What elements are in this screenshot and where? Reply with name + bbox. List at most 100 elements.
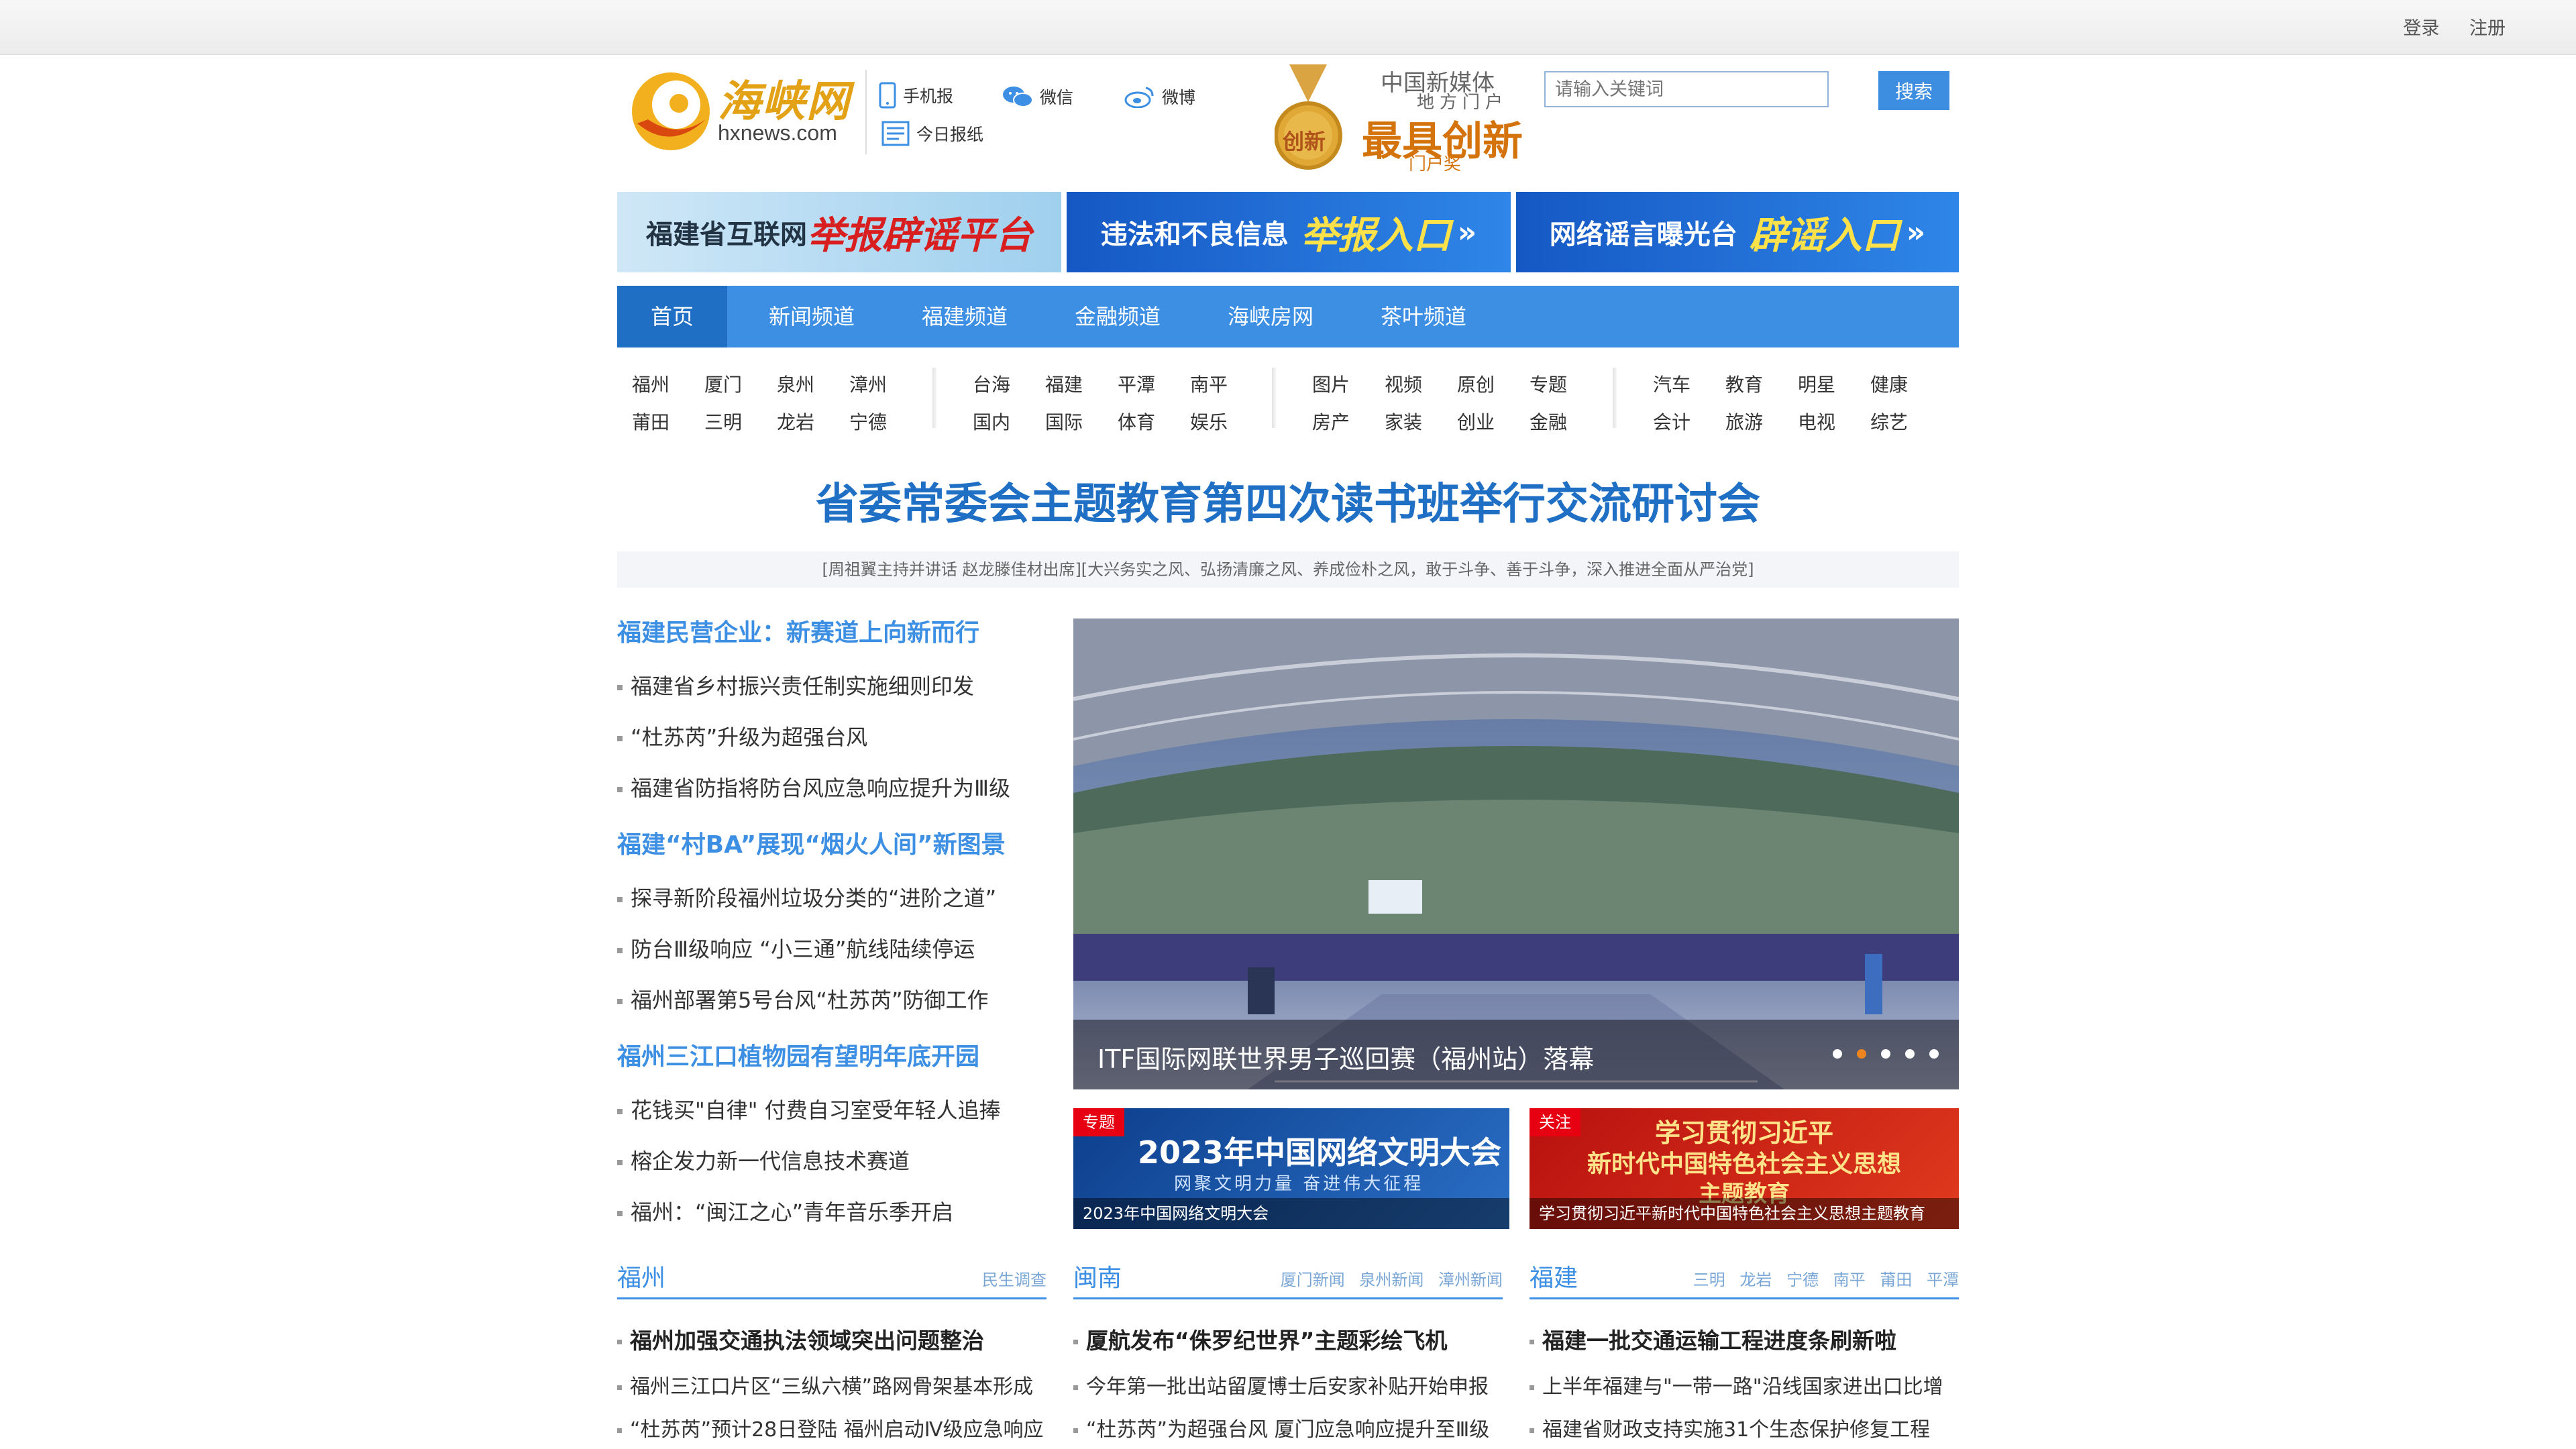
column-lead[interactable]: 福州加强交通执法领域突出问题整治 — [617, 1323, 984, 1355]
subnav-separator — [932, 368, 936, 428]
illegal-info-banner[interactable]: 违法和不良信息 举报入口 » — [1067, 192, 1511, 272]
list-item[interactable]: 福建省乡村振兴责任制实施细则印发 — [617, 669, 974, 700]
slide-dot-active[interactable] — [1857, 1049, 1866, 1059]
subnav-link[interactable]: 会计 — [1653, 408, 1690, 435]
news-group-title[interactable]: 福建“村BA”展现“烟火人间”新图景 — [617, 825, 1006, 860]
nav-house[interactable]: 海峡房网 — [1202, 286, 1339, 347]
column-item[interactable]: “杜苏芮”为超强台风 厦门应急响应提升至Ⅲ级 — [1073, 1413, 1489, 1442]
rumor-exposure-banner[interactable]: 网络谣言曝光台 辟谣入口 » — [1516, 192, 1959, 272]
slide-dot[interactable] — [1833, 1049, 1842, 1059]
list-item[interactable]: 榕企发力新一代信息技术赛道 — [617, 1144, 910, 1175]
subnav-link[interactable]: 漳州 — [849, 370, 887, 397]
photo-slideshow[interactable]: ITF国际网联世界男子巡回赛（福州站）落幕 — [1073, 619, 1959, 1089]
slideshow-caption[interactable]: ITF国际网联世界男子巡回赛（福州站）落幕 — [1097, 1038, 1594, 1075]
subnav-link[interactable]: 平潭 — [1118, 370, 1155, 397]
mobile-paper-label: 手机报 — [903, 87, 954, 106]
subnav-link[interactable]: 国际 — [1045, 408, 1083, 435]
search-button[interactable]: 搜索 — [1878, 71, 1949, 110]
list-item[interactable]: 防台Ⅲ级响应 “小三通”航线陆续停运 — [617, 932, 975, 963]
wechat-link[interactable]: 微信 — [1002, 85, 1073, 109]
subnav-link[interactable]: 电视 — [1798, 408, 1835, 435]
column-item[interactable]: “杜苏芮”预计28日登陆 福州启动Ⅳ级应急响应 — [617, 1413, 1043, 1442]
subnav-link[interactable]: 金融 — [1529, 408, 1567, 435]
subnav-link[interactable]: 旅游 — [1725, 408, 1763, 435]
slide-dot[interactable] — [1905, 1049, 1915, 1059]
subnav-link[interactable]: 泉州 — [777, 370, 814, 397]
subnav-link[interactable]: 房产 — [1312, 408, 1350, 435]
slide-dot[interactable] — [1929, 1049, 1939, 1059]
subnav-link[interactable]: 综艺 — [1870, 408, 1908, 435]
subnav-link[interactable]: 台海 — [973, 370, 1010, 397]
today-paper-link[interactable]: 今日报纸 — [881, 121, 983, 146]
column-title[interactable]: 福州 — [617, 1258, 665, 1293]
column-item[interactable]: 福建省财政支持实施31个生态保护修复工程 — [1529, 1413, 1930, 1442]
subnav-link[interactable]: 视频 — [1385, 370, 1422, 397]
column-link[interactable]: 厦门新闻 — [1281, 1271, 1345, 1289]
list-item[interactable]: “杜苏芮”升级为超强台风 — [617, 720, 867, 751]
column-link[interactable]: 泉州新闻 — [1359, 1271, 1424, 1289]
subnav-link[interactable]: 福州 — [632, 370, 669, 397]
news-group-title[interactable]: 福建民营企业：新赛道上向新而行 — [617, 613, 979, 648]
subnav-link[interactable]: 福建 — [1045, 370, 1083, 397]
column-link[interactable]: 南平 — [1833, 1271, 1866, 1289]
weibo-link[interactable]: 微博 — [1124, 85, 1195, 109]
column-lead[interactable]: 福建一批交通运输工程进度条刷新啦 — [1529, 1323, 1896, 1355]
subnav-link[interactable]: 创业 — [1457, 408, 1495, 435]
column-link[interactable]: 民生调查 — [982, 1271, 1046, 1289]
report-rumor-banner[interactable]: 福建省互联网 举报辟谣平台 — [617, 192, 1061, 272]
register-link[interactable]: 注册 — [2469, 18, 2506, 39]
nav-home[interactable]: 首页 — [617, 286, 727, 347]
column-item[interactable]: 今年第一批出站留厦博士后安家补贴开始申报 — [1073, 1370, 1489, 1399]
headline-title[interactable]: 省委常委会主题教育第四次读书班举行交流研讨会 — [617, 470, 1959, 531]
subnav-link[interactable]: 宁德 — [849, 408, 887, 435]
list-item[interactable]: 福州：“闽江之心”青年音乐季开启 — [617, 1195, 953, 1226]
column-link[interactable]: 莆田 — [1880, 1271, 1912, 1289]
subnav-link[interactable]: 娱乐 — [1190, 408, 1228, 435]
subnav-link[interactable]: 莆田 — [632, 408, 669, 435]
login-link[interactable]: 登录 — [2403, 18, 2439, 39]
column-item[interactable]: 上半年福建与"一带一路"沿线国家进出口比增 — [1529, 1370, 1943, 1399]
column-link[interactable]: 平潭 — [1927, 1271, 1959, 1289]
column-link[interactable]: 龙岩 — [1739, 1271, 1772, 1289]
search-input[interactable] — [1544, 71, 1829, 107]
news-group-title[interactable]: 福州三江口植物园有望明年底开园 — [617, 1037, 979, 1072]
column-link[interactable]: 三明 — [1693, 1271, 1725, 1289]
nav-finance[interactable]: 金融频道 — [1049, 286, 1186, 347]
subnav-link[interactable]: 图片 — [1312, 370, 1350, 397]
subnav-link[interactable]: 汽车 — [1653, 370, 1690, 397]
promo-theme-education[interactable]: 学习贯彻习近平 新时代中国特色社会主义思想 主题教育 关注 学习贯彻习近平新时代… — [1529, 1108, 1959, 1229]
subnav-link[interactable]: 厦门 — [704, 370, 742, 397]
subnav-link[interactable]: 体育 — [1118, 408, 1155, 435]
subnav-link[interactable]: 龙岩 — [777, 408, 814, 435]
list-item[interactable]: 福建省防指将防台风应急响应提升为Ⅲ级 — [617, 771, 1010, 802]
list-item[interactable]: 花钱买"自律" 付费自习室受年轻人追捧 — [617, 1093, 1001, 1124]
list-item[interactable]: 福州部署第5号台风“杜苏芮”防御工作 — [617, 983, 989, 1014]
mobile-paper-link[interactable]: 手机报 — [879, 82, 953, 109]
column-title[interactable]: 闽南 — [1073, 1258, 1122, 1293]
header-divider — [865, 70, 867, 154]
subnav-link[interactable]: 南平 — [1190, 370, 1228, 397]
subnav-link[interactable]: 国内 — [973, 408, 1010, 435]
subnav-link[interactable]: 健康 — [1870, 370, 1908, 397]
column-link[interactable]: 漳州新闻 — [1438, 1271, 1503, 1289]
headline-subtitle[interactable]: [周祖翼主持并讲话 赵龙滕佳材出席][大兴务实之风、弘扬清廉之风、养成俭朴之风，… — [617, 551, 1959, 588]
column-title[interactable]: 福建 — [1529, 1258, 1578, 1293]
promo-network-civilization[interactable]: 2023年中国网络文明大会 网聚文明力量 奋进伟大征程 专题 2023年中国网络… — [1073, 1108, 1509, 1229]
subnav-link[interactable]: 教育 — [1725, 370, 1763, 397]
column-link[interactable]: 宁德 — [1786, 1271, 1819, 1289]
subnav-link[interactable]: 明星 — [1798, 370, 1835, 397]
subnav-link[interactable]: 专题 — [1529, 370, 1567, 397]
subnav-link[interactable]: 原创 — [1457, 370, 1495, 397]
promo-line1: 学习贯彻习近平 — [1654, 1118, 1833, 1148]
list-item[interactable]: 探寻新阶段福州垃圾分类的“进阶之道” — [617, 881, 996, 912]
subnav-link[interactable]: 三明 — [704, 408, 742, 435]
nav-fujian[interactable]: 福建频道 — [896, 286, 1033, 347]
subnav-link[interactable]: 家装 — [1385, 408, 1422, 435]
column-lead[interactable]: 厦航发布“侏罗纪世界”主题彩绘飞机 — [1073, 1323, 1447, 1355]
logo-name[interactable]: 海峡网 — [718, 67, 851, 129]
column-item[interactable]: 福州三江口片区“三纵六横”路网骨架基本形成 — [617, 1370, 1033, 1399]
bullet-icon — [617, 787, 623, 792]
nav-news[interactable]: 新闻频道 — [743, 286, 880, 347]
nav-tea[interactable]: 茶叶频道 — [1355, 286, 1492, 347]
slide-dot[interactable] — [1881, 1049, 1890, 1059]
